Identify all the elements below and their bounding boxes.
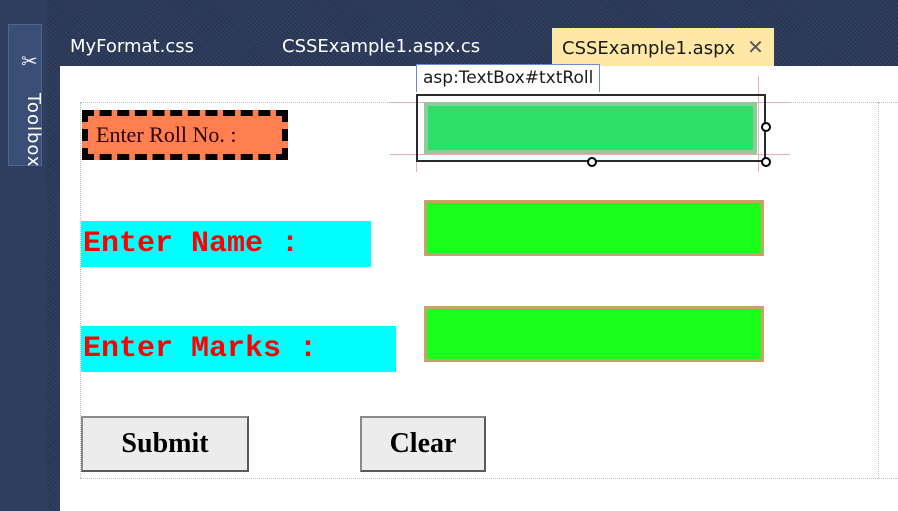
tab-label: CSSExample1.aspx — [562, 38, 736, 59]
textbox-roll[interactable] — [424, 102, 757, 154]
toolbox-label: Toolbox — [23, 93, 44, 168]
div-boundary-bottom — [80, 478, 898, 479]
resize-handle-corner[interactable] — [761, 157, 771, 167]
clear-button[interactable]: Clear — [360, 416, 486, 472]
tab-label: MyFormat.css — [70, 36, 194, 57]
tab-cssexample1-aspx[interactable]: CSSExample1.aspx ✕ — [552, 28, 774, 66]
submit-button[interactable]: Submit — [81, 416, 249, 472]
textbox-name[interactable] — [424, 200, 764, 256]
selected-element-tag: asp:TextBox#txtRoll — [416, 64, 601, 92]
tab-label: CSSExample1.aspx.cs — [282, 36, 481, 57]
div-boundary-right — [878, 102, 879, 478]
tab-cssexample1-aspx-cs[interactable]: CSSExample1.aspx.cs — [272, 28, 490, 66]
toolbox-tab[interactable]: ✂ Toolbox — [8, 24, 44, 168]
label-name[interactable]: Enter Name : — [81, 221, 371, 267]
resize-handle-right[interactable] — [761, 122, 771, 132]
close-icon[interactable]: ✕ — [747, 35, 764, 59]
label-marks[interactable]: Enter Marks : — [81, 326, 396, 372]
resize-handle-bottom[interactable] — [587, 157, 597, 167]
textbox-marks[interactable] — [424, 306, 764, 362]
tab-myformat-css[interactable]: MyFormat.css — [60, 28, 204, 66]
toolbox-strip: ✂ Toolbox — [0, 0, 47, 511]
label-roll-no[interactable]: Enter Roll No. : — [82, 110, 288, 160]
design-surface[interactable]: asp:TextBox#txtRoll Enter Roll No. : Ent… — [60, 64, 898, 511]
pin-icon[interactable]: ✂ — [21, 51, 38, 71]
